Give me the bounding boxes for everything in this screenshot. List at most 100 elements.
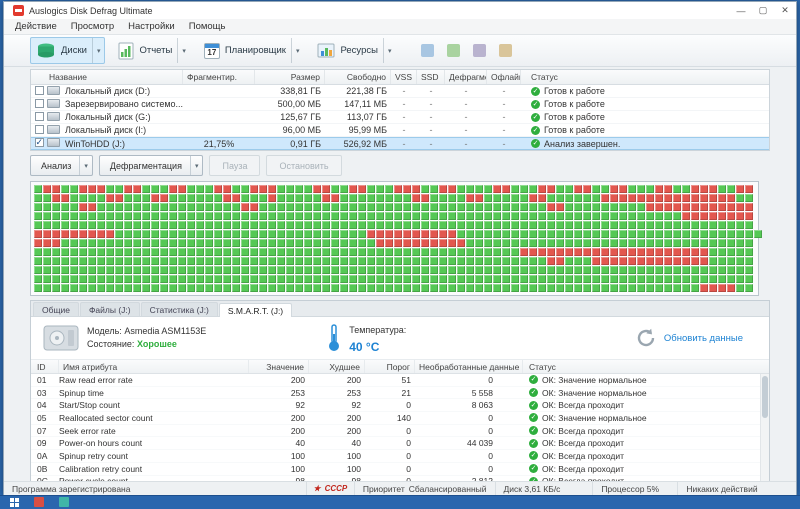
smart-row[interactable]: 01 Raw read error rate 200 200 51 0 ОК: … (31, 374, 769, 387)
table-row[interactable]: Зарезервировано системо... 500,00 МБ 147… (31, 98, 769, 111)
map-cell (34, 284, 42, 292)
boost-button[interactable] (417, 41, 437, 61)
smart-row[interactable]: 09 Power-on hours count 40 40 0 44 039 О… (31, 437, 769, 451)
taskbar-app-1[interactable] (28, 496, 50, 508)
state-label: Состояние: (87, 339, 135, 349)
details-tab[interactable]: Общие (33, 302, 79, 316)
start-button[interactable] (3, 496, 25, 508)
disk-checkbox[interactable] (34, 138, 44, 148)
column-header-vss[interactable]: VSS (391, 70, 417, 84)
table-row[interactable]: Локальный диск (G:) 125,67 ГБ 113,07 ГБ … (31, 111, 769, 124)
refresh-data-button[interactable]: Обновить данные (635, 327, 743, 349)
map-cell (457, 257, 465, 265)
reports-button[interactable]: Отчеты (112, 37, 190, 64)
menu-item[interactable]: Настройки (121, 21, 182, 32)
scrollbar-thumb[interactable] (762, 376, 768, 418)
disks-button[interactable]: Диски (30, 37, 106, 64)
map-cell (394, 266, 402, 274)
tools-button[interactable] (469, 41, 489, 61)
attr-raw: 44 039 (467, 438, 493, 449)
column-header-id[interactable]: ID (31, 360, 59, 373)
resources-button[interactable]: Ресурсы (311, 37, 396, 64)
stop-button[interactable]: Остановить (266, 155, 342, 176)
chevron-down-icon[interactable] (177, 38, 190, 63)
column-header-status[interactable]: Статус (521, 70, 769, 84)
column-header-offline[interactable]: Офлайн де... (487, 70, 521, 84)
star-icon: ★ (313, 484, 321, 493)
column-header-smart-status[interactable]: Статус (523, 360, 769, 373)
column-header-threshold[interactable]: Порог (365, 360, 415, 373)
chevron-down-icon[interactable] (79, 156, 92, 175)
chevron-down-icon[interactable] (189, 156, 203, 175)
column-header-name[interactable]: Название (31, 70, 183, 84)
disk-free: 221,38 ГБ (346, 86, 387, 96)
smart-row[interactable]: 0A Spinup retry count 100 100 0 0 ОК: Вс… (31, 450, 769, 463)
scheduler-button[interactable]: 17 Планировщик (198, 37, 305, 64)
notes-button[interactable] (443, 41, 463, 61)
close-button[interactable]: ✕ (774, 3, 796, 18)
map-cell (322, 221, 330, 229)
menu-item[interactable]: Помощь (182, 21, 233, 32)
map-cell (115, 203, 123, 211)
disk-checkbox[interactable] (34, 111, 44, 121)
disk-checkbox[interactable] (34, 98, 44, 108)
map-cell (727, 212, 735, 220)
map-cell (52, 203, 60, 211)
attr-id: 09 (37, 438, 47, 449)
map-cell (655, 203, 663, 211)
map-cell (340, 284, 348, 292)
column-header-ssd[interactable]: SSD (417, 70, 445, 84)
column-header-fragmentation[interactable]: Фрагментир. (183, 70, 255, 84)
map-cell (214, 185, 222, 193)
chevron-down-icon[interactable] (382, 38, 396, 63)
column-header-raw[interactable]: Необработанные данные (415, 360, 523, 373)
smart-row[interactable]: 0C Power cycle count 98 98 0 2 812 ОК: В… (31, 476, 769, 481)
defrag-button[interactable]: Дефрагментация (98, 155, 204, 176)
pause-button[interactable]: Пауза (209, 155, 261, 176)
map-cell (691, 212, 699, 220)
column-header-attribute[interactable]: Имя атрибута (59, 360, 249, 373)
column-header-size[interactable]: Размер (255, 70, 325, 84)
details-tab[interactable]: Файлы (J:) (79, 302, 140, 316)
attr-status-text: ОК: Всегда проходит (542, 476, 624, 481)
smart-row[interactable]: 05 Reallocated sector count 200 200 140 … (31, 412, 769, 425)
maximize-button[interactable]: ▢ (752, 3, 774, 18)
details-tab[interactable]: Статистика (J:) (140, 302, 218, 316)
smart-row[interactable]: 0B Calibration retry count 100 100 0 0 О… (31, 463, 769, 476)
details-tab[interactable]: S.M.A.R.T. (J:) (218, 303, 293, 317)
column-header-free[interactable]: Свободно (325, 70, 391, 84)
map-cell (367, 266, 375, 274)
map-cell (61, 275, 69, 283)
map-cell (79, 221, 87, 229)
system-button[interactable] (495, 41, 515, 61)
analyze-button[interactable]: Анализ (30, 155, 93, 176)
scrollbar[interactable] (760, 374, 769, 481)
title-bar[interactable]: Auslogics Disk Defrag Ultimate — ▢ ✕ (4, 2, 796, 19)
menu-item[interactable]: Действие (8, 21, 64, 32)
table-row[interactable]: Локальный диск (D:) 338,81 ГБ 221,38 ГБ … (31, 85, 769, 98)
map-cell (592, 239, 600, 247)
table-row[interactable]: Локальный диск (I:) 96,00 МБ 95,99 МБ - … (31, 124, 769, 137)
taskbar-app-2[interactable] (53, 496, 75, 508)
temperature-block: Температура: 40 °C (326, 320, 406, 356)
attr-value: 200 (290, 425, 305, 436)
smart-row[interactable]: 03 Spinup time 253 253 21 5 558 ОК: Знач… (31, 387, 769, 400)
table-row[interactable]: WinToHDD (J:) 21,75% 0,91 ГБ 526,92 МБ -… (31, 137, 769, 150)
column-header-defrag[interactable]: Дефрагмент... (445, 70, 487, 84)
map-cell (124, 185, 132, 193)
disk-checkbox[interactable] (34, 124, 44, 134)
smart-row[interactable]: 04 Start/Stop count 92 92 0 8 063 ОК: Вс… (31, 399, 769, 413)
column-header-worst[interactable]: Худшее (309, 360, 365, 373)
chevron-down-icon[interactable] (91, 38, 105, 63)
chevron-down-icon[interactable] (290, 38, 304, 63)
priority-selector[interactable]: Приоритет Сбалансированный (355, 482, 496, 495)
disk-checkbox[interactable] (34, 85, 44, 95)
minimize-button[interactable]: — (730, 3, 752, 18)
attr-name: Power-on hours count (59, 438, 143, 449)
map-cell (223, 194, 231, 202)
menu-item[interactable]: Просмотр (64, 21, 121, 32)
stop-button-label: Остановить (279, 160, 329, 171)
smart-row[interactable]: 07 Seek error rate 200 200 0 0 ОК: Всегд… (31, 425, 769, 438)
column-header-value[interactable]: Значение (249, 360, 309, 373)
attr-status-text: ОК: Значение нормальное (542, 387, 647, 398)
